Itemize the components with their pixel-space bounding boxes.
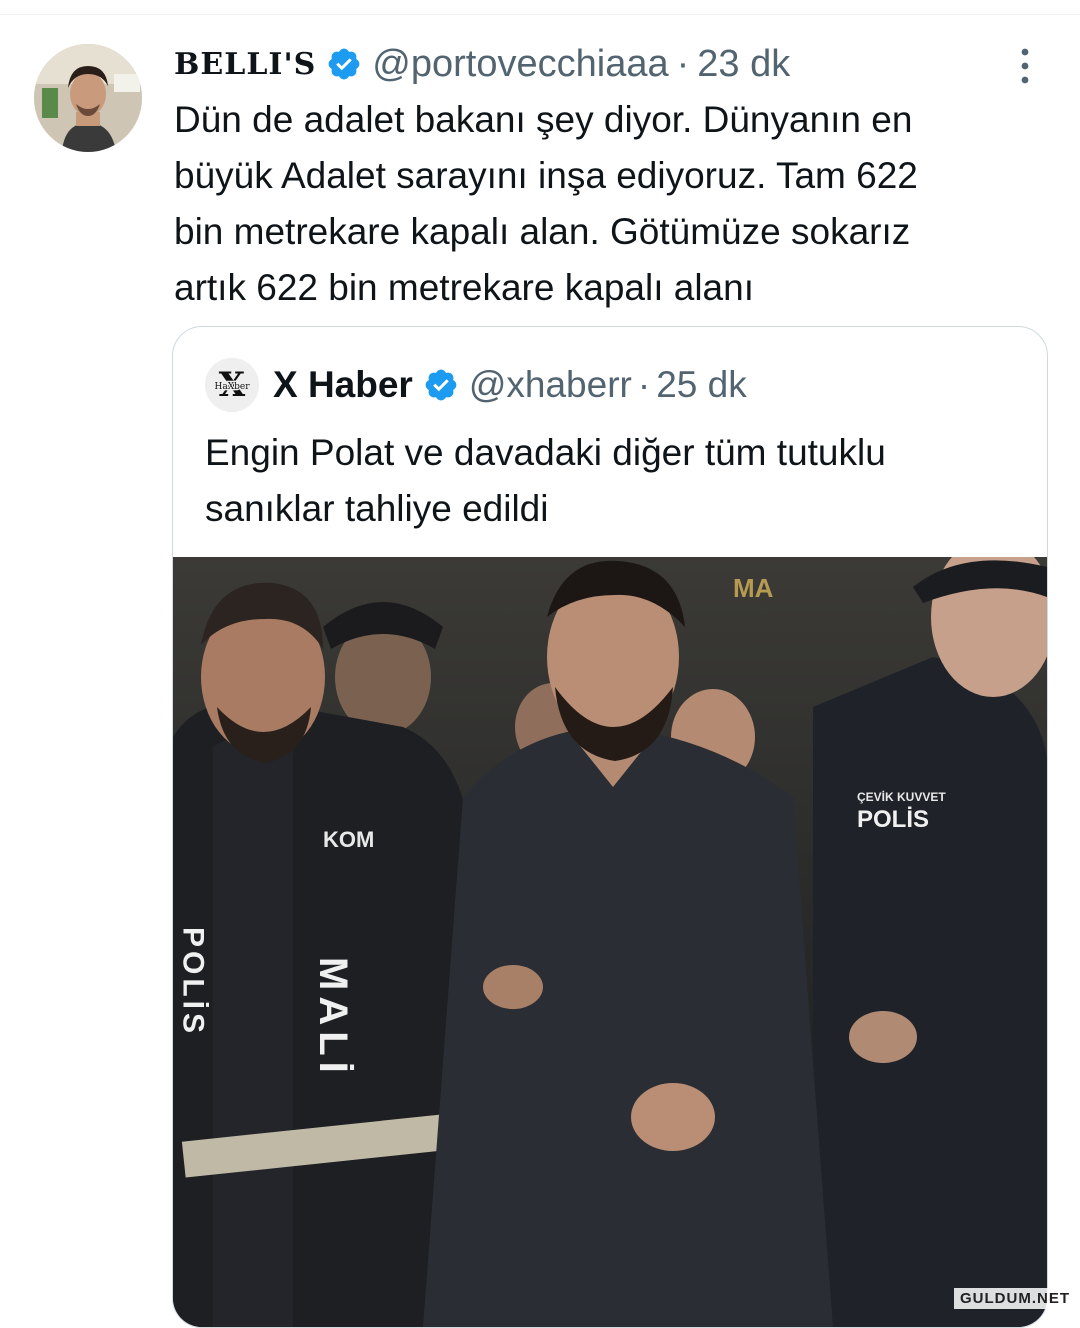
more-options-icon xyxy=(1021,48,1029,84)
svg-text:HaXber: HaXber xyxy=(214,382,250,392)
separator-dot: · xyxy=(676,42,690,85)
top-divider xyxy=(0,14,1080,15)
verified-badge-icon xyxy=(425,369,457,401)
author-display-name[interactable]: BELLI'S xyxy=(174,47,316,82)
xhaber-logo: X HaXber xyxy=(205,358,259,412)
svg-text:POLİS: POLİS xyxy=(177,927,210,1037)
separator-dot: · xyxy=(637,364,651,405)
quoted-author-avatar[interactable]: X HaXber xyxy=(205,358,259,412)
svg-text:POLİS: POLİS xyxy=(857,806,929,833)
quoted-tweet-header: X HaXber X Haber @xhaberr · 25 dk xyxy=(205,357,747,413)
tweet-text: Dün de adalet bakanı şey diyor. Dünyanın… xyxy=(174,99,918,308)
svg-text:ÇEVİK KUVVET: ÇEVİK KUVVET xyxy=(857,789,946,804)
author-avatar[interactable] xyxy=(34,44,142,152)
verified-badge-icon xyxy=(328,48,360,80)
svg-text:MALİ: MALİ xyxy=(311,957,355,1079)
quoted-tweet-timestamp[interactable]: 25 dk xyxy=(656,364,747,406)
quoted-author-display-name[interactable]: X Haber xyxy=(273,364,413,406)
svg-text:MA: MA xyxy=(733,573,774,603)
tweet-timestamp[interactable]: 23 dk xyxy=(697,43,790,86)
quoted-tweet-text: Engin Polat ve davadaki diğer tüm tutukl… xyxy=(205,432,886,529)
tweet-header: BELLI'S @portovecchiaaa · 23 dk xyxy=(174,40,790,88)
svg-text:KOM: KOM xyxy=(323,827,374,852)
quoted-author-handle[interactable]: @xhaberr xyxy=(469,364,632,406)
more-options-button[interactable] xyxy=(1010,46,1040,86)
watermark: GULDUM.NET xyxy=(954,1288,1076,1309)
author-handle[interactable]: @portovecchiaaa xyxy=(372,43,668,86)
quoted-tweet-photo[interactable]: MA KOM MALİ POLİS ÇEVİK KUVVET POLİS xyxy=(173,557,1047,1327)
quoted-tweet-card[interactable]: X HaXber X Haber @xhaberr · 25 dk Engin … xyxy=(172,326,1048,1328)
author-avatar-image xyxy=(34,44,142,152)
